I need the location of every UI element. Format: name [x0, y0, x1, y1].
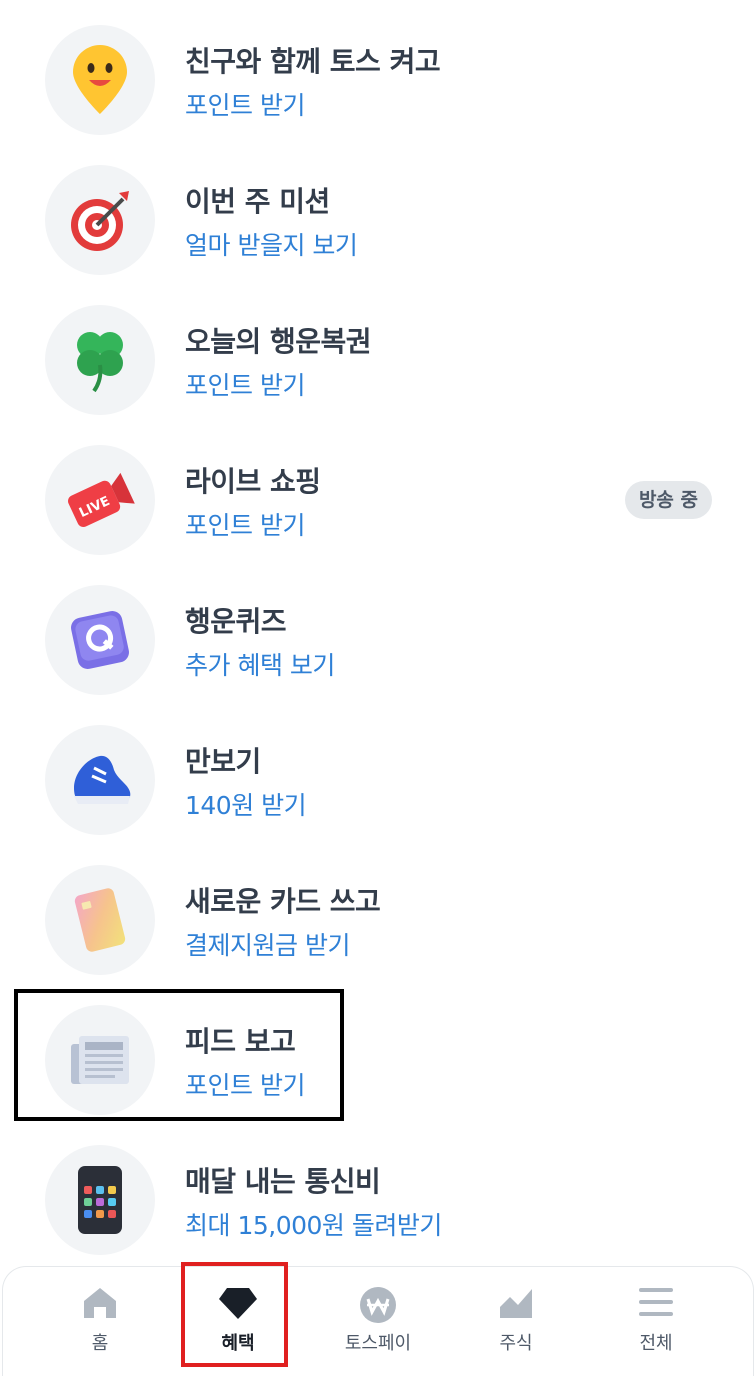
- item-title: 친구와 함께 토스 켜고: [185, 45, 441, 78]
- list-item-lucky-quiz[interactable]: 행운퀴즈 추가 혜택 보기: [0, 570, 756, 710]
- diamond-icon: [219, 1288, 257, 1319]
- item-subtitle: 추가 혜택 보기: [185, 651, 335, 680]
- item-title: 만보기: [185, 745, 261, 778]
- tab-benefits[interactable]: 혜택: [163, 1267, 313, 1373]
- list-item-pedometer[interactable]: 만보기 140원 받기: [0, 710, 756, 850]
- tab-all[interactable]: 전체: [581, 1267, 731, 1373]
- menu-icon: [639, 1288, 673, 1316]
- item-subtitle: 얼마 받을지 보기: [185, 231, 358, 260]
- item-title: 라이브 쇼핑: [185, 465, 321, 498]
- list-item-invite-friend[interactable]: 친구와 함께 토스 켜고 포인트 받기: [0, 10, 756, 150]
- home-icon: [84, 1288, 116, 1318]
- item-subtitle: 포인트 받기: [185, 1071, 305, 1100]
- item-title: 행운퀴즈: [185, 605, 287, 638]
- item-subtitle: 최대 15,000원 돌려받기: [185, 1211, 442, 1240]
- item-subtitle: 포인트 받기: [185, 91, 305, 120]
- item-subtitle: 포인트 받기: [185, 511, 305, 540]
- target-dart-icon: [45, 165, 155, 275]
- credit-card-icon: [45, 865, 155, 975]
- tab-tosspay[interactable]: 토스페이: [303, 1267, 453, 1373]
- list-item-live-shopping[interactable]: LIVE 라이브 쇼핑 포인트 받기 방송 중: [0, 430, 756, 570]
- chart-icon: [500, 1289, 532, 1318]
- sneaker-icon: [45, 725, 155, 835]
- won-coin-icon: [360, 1287, 396, 1323]
- quiz-q-icon: [45, 585, 155, 695]
- bottom-tab-bar: 홈 혜택 토스페이 주식 전체: [2, 1266, 754, 1376]
- smartphone-icon: [45, 1145, 155, 1255]
- item-title: 피드 보고: [185, 1025, 296, 1058]
- tab-label: 혜택: [221, 1333, 255, 1354]
- list-item-feed[interactable]: 피드 보고 포인트 받기: [0, 990, 756, 1130]
- list-item-new-card[interactable]: 새로운 카드 쓰고 결제지원금 받기: [0, 850, 756, 990]
- item-subtitle: 결제지원금 받기: [185, 931, 350, 960]
- list-item-telecom-fee[interactable]: 매달 내는 통신비 최대 15,000원 돌려받기: [0, 1130, 756, 1270]
- yellow-pin-face-icon: [45, 25, 155, 135]
- live-camera-icon: LIVE: [45, 445, 155, 555]
- tab-label: 토스페이: [344, 1333, 412, 1354]
- item-title: 매달 내는 통신비: [185, 1165, 381, 1198]
- item-subtitle: 포인트 받기: [185, 371, 305, 400]
- list-item-weekly-mission[interactable]: 이번 주 미션 얼마 받을지 보기: [0, 150, 756, 290]
- list-item-lucky-lottery[interactable]: 오늘의 행운복권 포인트 받기: [0, 290, 756, 430]
- item-title: 이번 주 미션: [185, 185, 330, 218]
- tab-label: 주식: [499, 1333, 533, 1354]
- four-leaf-clover-icon: [45, 305, 155, 415]
- tab-label: 전체: [639, 1333, 673, 1354]
- tab-label: 홈: [91, 1333, 109, 1354]
- newspaper-icon: [45, 1005, 155, 1115]
- item-title: 오늘의 행운복권: [185, 325, 372, 358]
- item-title: 새로운 카드 쓰고: [185, 885, 381, 918]
- tab-home[interactable]: 홈: [25, 1267, 175, 1373]
- tab-stocks[interactable]: 주식: [441, 1267, 591, 1373]
- on-air-badge: 방송 중: [624, 481, 712, 519]
- item-subtitle: 140원 받기: [185, 791, 307, 820]
